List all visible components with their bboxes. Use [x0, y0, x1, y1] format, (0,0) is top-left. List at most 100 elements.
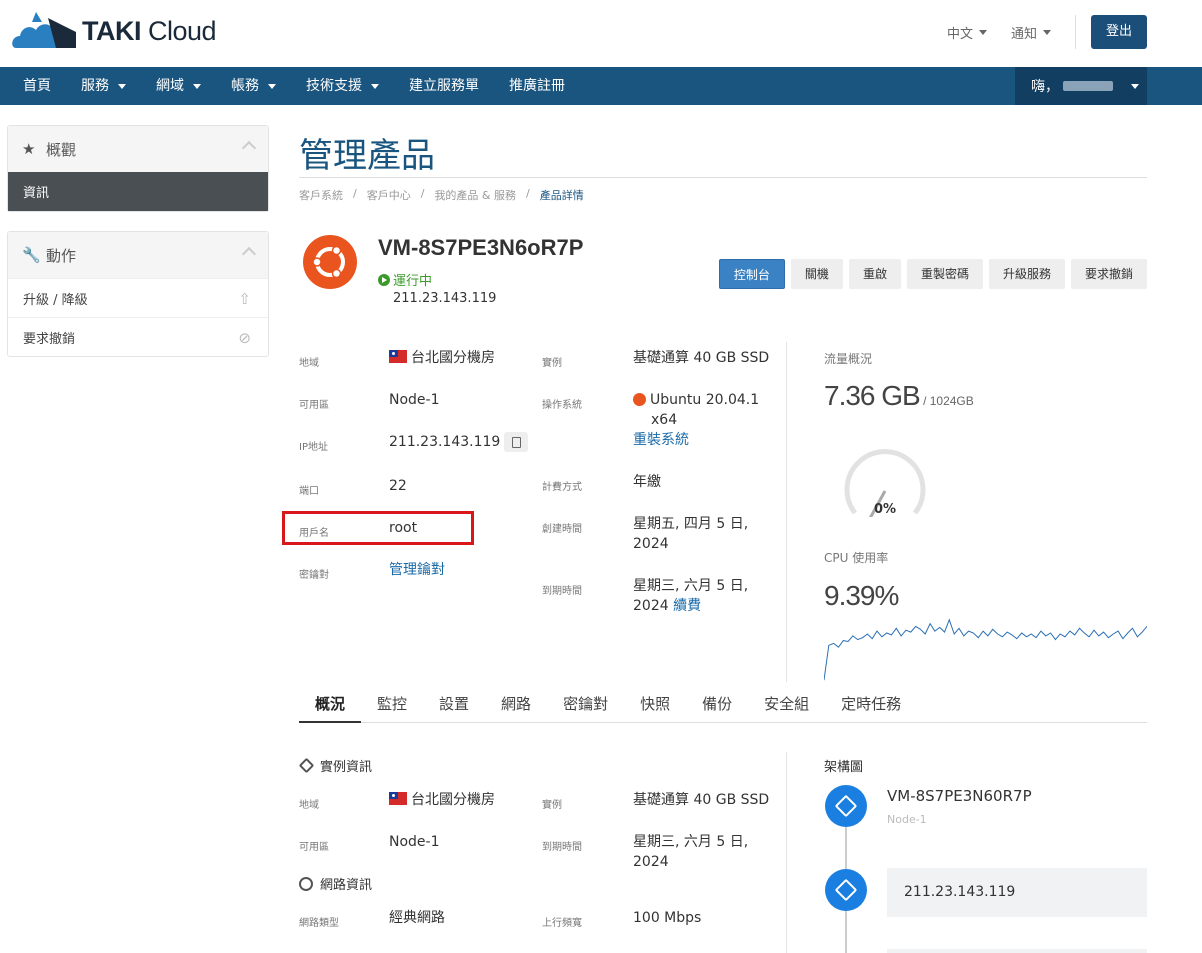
- wrench-icon: 🔧: [22, 246, 41, 264]
- cpu-label: CPU 使用率: [824, 551, 889, 565]
- overview-panel: ★ 概觀 資訊: [7, 125, 269, 212]
- breadcrumb-item: 產品詳情: [539, 189, 584, 202]
- breadcrumb-separator: /: [420, 187, 425, 200]
- zone-value: Node-1: [389, 392, 440, 408]
- cube-icon: [298, 757, 315, 774]
- chevron-up-icon[interactable]: [241, 140, 257, 156]
- cpu-value: 9.39%: [824, 580, 899, 611]
- ov-region-value: 台北國分機房: [389, 790, 495, 810]
- expire-value: 星期三, 六月 5 日, 2024 續費: [633, 578, 749, 614]
- vm-ip: 211.23.143.119: [393, 291, 497, 306]
- bandwidth-label: 上行頻寬: [542, 918, 582, 929]
- redacted-username: [1063, 81, 1113, 91]
- ov-expire-value: 星期三, 六月 5 日, 2024: [633, 834, 749, 870]
- breadcrumb-separator: /: [526, 187, 530, 200]
- tab-5[interactable]: 快照: [624, 690, 686, 723]
- sidebar-item-info[interactable]: 資訊: [8, 172, 268, 211]
- tab-2[interactable]: 設置: [423, 690, 485, 723]
- vm-name: VM-8S7PE3N6oR7P: [378, 235, 584, 260]
- sidebar-item-upgrade[interactable]: 升級 / 降級 ⇧: [8, 278, 268, 317]
- cpu-usage-line: [824, 618, 1147, 681]
- traffic-percent: 0%: [874, 502, 897, 517]
- architecture-vm-name: VM-8S7PE3N60R7P: [887, 787, 1032, 805]
- port-value: 22: [389, 478, 407, 494]
- net-type-value: 經典網路: [389, 910, 445, 926]
- breadcrumb-item[interactable]: 客戶中心: [367, 187, 411, 203]
- vm-status: 運行中: [378, 270, 432, 289]
- ov-zone-label: 可用區: [299, 842, 329, 853]
- tab-6[interactable]: 備份: [686, 690, 748, 723]
- sidebar-item-cancel[interactable]: 要求撤銷 ⊘: [8, 317, 268, 356]
- breadcrumb-item[interactable]: 客戶系統: [299, 187, 343, 203]
- stats-divider: [786, 342, 787, 682]
- action-button-1[interactable]: 關機: [790, 259, 843, 289]
- ov-expire-label: 到期時間: [542, 842, 582, 853]
- region-label: 地域: [299, 358, 319, 369]
- action-button-0[interactable]: 控制台: [718, 259, 785, 289]
- action-button-2[interactable]: 重啟: [848, 259, 901, 289]
- tab-1[interactable]: 監控: [361, 690, 423, 723]
- nav-item-1[interactable]: 服務: [66, 67, 141, 105]
- main-navbar: 首頁 服務 網域 帳務 技術支援 建立服務單 推廣註冊 嗨，: [0, 67, 1202, 105]
- ov-instance-value: 基礎通算 40 GB SSD: [633, 792, 770, 808]
- logout-button[interactable]: 登出: [1090, 15, 1147, 49]
- ip-value: 211.23.143.119: [389, 432, 529, 452]
- breadcrumb-item[interactable]: 我的產品 & 服務: [434, 187, 516, 203]
- renew-link[interactable]: 續費: [673, 598, 701, 614]
- language-dropdown[interactable]: 中文: [947, 23, 987, 42]
- chevron-down-icon: [118, 83, 126, 89]
- manage-keypair-link[interactable]: 管理鑰對: [389, 560, 445, 580]
- os-value: Ubuntu 20.04.1 x64 重裝系統: [633, 392, 760, 450]
- nav-item-2[interactable]: 網域: [141, 67, 216, 105]
- actions-panel: 🔧 動作 升級 / 降級 ⇧ 要求撤銷 ⊘: [7, 231, 269, 357]
- architecture-vm-node: Node-1: [887, 813, 927, 826]
- notifications-dropdown[interactable]: 通知: [1011, 23, 1051, 42]
- nav-item-3[interactable]: 帳務: [216, 67, 291, 105]
- chevron-up-icon[interactable]: [241, 246, 257, 262]
- ip-node-icon: [825, 869, 867, 911]
- top-header: TAKI Cloud 中文 通知 登出: [0, 0, 1202, 67]
- tab-3[interactable]: 網路: [485, 690, 547, 723]
- cpu-usage-chart: [824, 618, 1147, 681]
- ov-zone-value: Node-1: [389, 834, 440, 850]
- action-button-5[interactable]: 要求撤銷: [1070, 259, 1147, 289]
- brand-name: TAKI Cloud: [82, 15, 217, 46]
- created-value: 星期五, 四月 5 日, 2024: [633, 516, 749, 552]
- architecture-divider: [786, 752, 787, 953]
- arrow-up-icon: ⇧: [238, 290, 251, 308]
- ov-instance-label: 實例: [542, 800, 562, 811]
- instance-info-title: 實例資訊: [298, 756, 372, 775]
- actions-panel-header[interactable]: 🔧 動作: [8, 232, 268, 278]
- ubuntu-logo-icon: [303, 235, 357, 289]
- overview-panel-header[interactable]: ★ 概觀: [8, 126, 268, 172]
- brand-logo[interactable]: TAKI Cloud: [12, 12, 217, 50]
- billing-label: 計費方式: [542, 482, 582, 493]
- action-button-3[interactable]: 重製密碼: [906, 259, 983, 289]
- action-button-4[interactable]: 升級服務: [988, 259, 1065, 289]
- os-label: 操作系統: [542, 400, 582, 411]
- expire-label: 到期時間: [542, 586, 582, 597]
- tab-7[interactable]: 安全組: [748, 690, 825, 723]
- reinstall-os-link[interactable]: 重裝系統: [633, 430, 759, 450]
- region-value: 台北國分機房: [389, 348, 495, 368]
- user-menu[interactable]: 嗨，: [1015, 67, 1147, 105]
- tab-8[interactable]: 定時任務: [825, 690, 917, 723]
- nav-item-5[interactable]: 建立服務單: [394, 67, 494, 105]
- taiwan-flag-icon: [389, 350, 407, 363]
- nav-item-0[interactable]: 首頁: [8, 67, 66, 105]
- ip-label: IP地址: [299, 442, 328, 453]
- tab-4[interactable]: 密鑰對: [547, 690, 624, 723]
- chevron-down-icon: [371, 83, 379, 89]
- zone-label: 可用區: [299, 400, 329, 411]
- breadcrumb-separator: /: [353, 187, 357, 200]
- architecture-next-box: [887, 949, 1147, 953]
- copy-icon[interactable]: [504, 432, 529, 452]
- play-status-icon: [378, 273, 390, 286]
- nav-item-6[interactable]: 推廣註冊: [494, 67, 580, 105]
- chevron-down-icon: [978, 29, 987, 35]
- taiwan-flag-icon: [389, 792, 407, 805]
- nav-item-4[interactable]: 技術支援: [291, 67, 394, 105]
- keypair-label: 密鑰對: [299, 570, 329, 581]
- tab-0[interactable]: 概況: [299, 690, 362, 723]
- bandwidth-value: 100 Mbps: [633, 910, 702, 926]
